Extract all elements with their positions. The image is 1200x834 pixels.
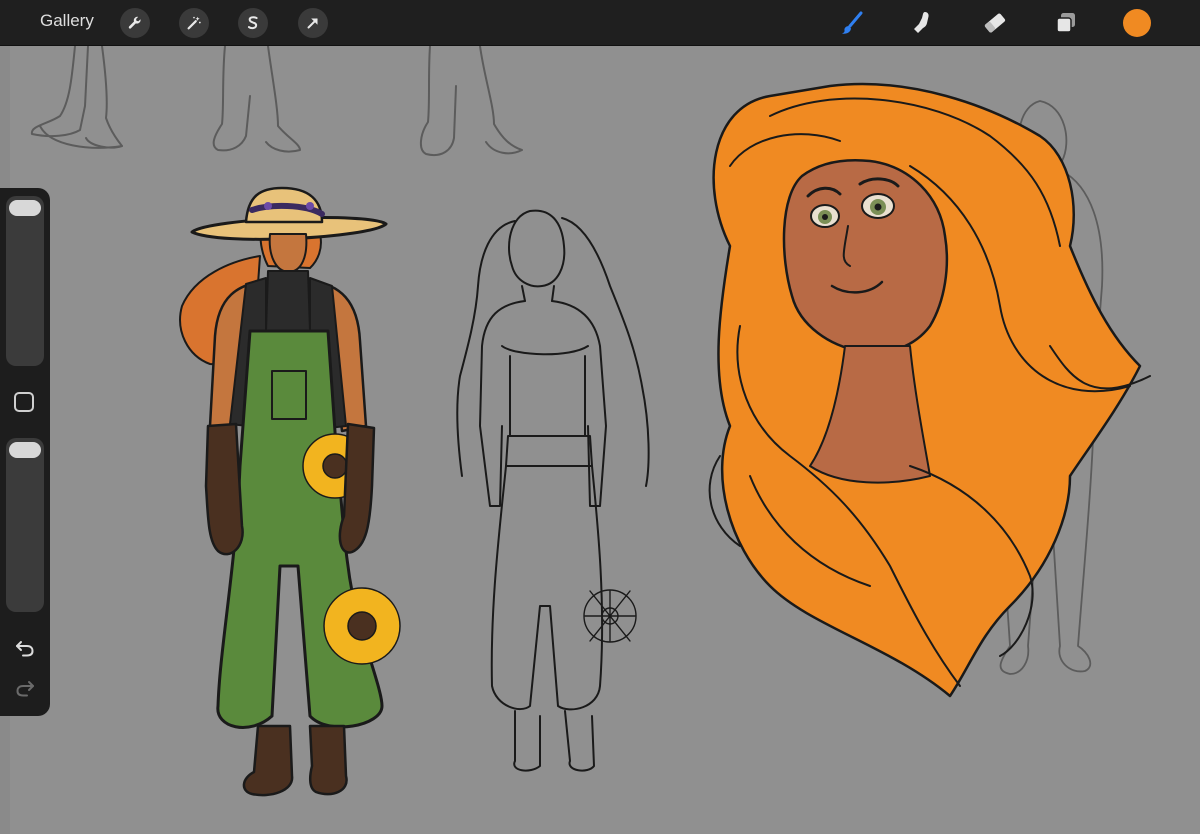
brush-size-slider[interactable] [6,196,44,366]
arrow-cursor-icon[interactable] [298,8,328,38]
square-modify-icon[interactable] [14,392,34,412]
color-swatch[interactable] [1123,9,1151,37]
layers-icon[interactable] [1050,7,1082,39]
magic-wand-icon[interactable] [179,8,209,38]
wrench-icon[interactable] [120,8,150,38]
background-leg-sketches [30,46,523,156]
character-portrait-orange-hair [708,82,1151,698]
character-colored-overalls [179,186,401,797]
top-toolbar: Gallery [0,0,1200,46]
drawing-canvas[interactable] [10,46,1200,834]
left-sidebar [0,188,50,716]
gallery-button[interactable]: Gallery [40,11,94,31]
smudge-finger-icon[interactable] [907,7,939,39]
opacity-slider[interactable] [6,438,44,612]
eraser-icon[interactable] [979,7,1011,39]
selection-s-icon[interactable] [238,8,268,38]
undo-arrow-icon[interactable] [12,636,38,660]
brush-size-slider-thumb[interactable] [9,200,41,216]
redo-arrow-icon[interactable] [12,676,38,700]
opacity-slider-thumb[interactable] [9,442,41,458]
brush-icon[interactable] [836,7,868,39]
character-lineart-sketch [456,209,650,772]
